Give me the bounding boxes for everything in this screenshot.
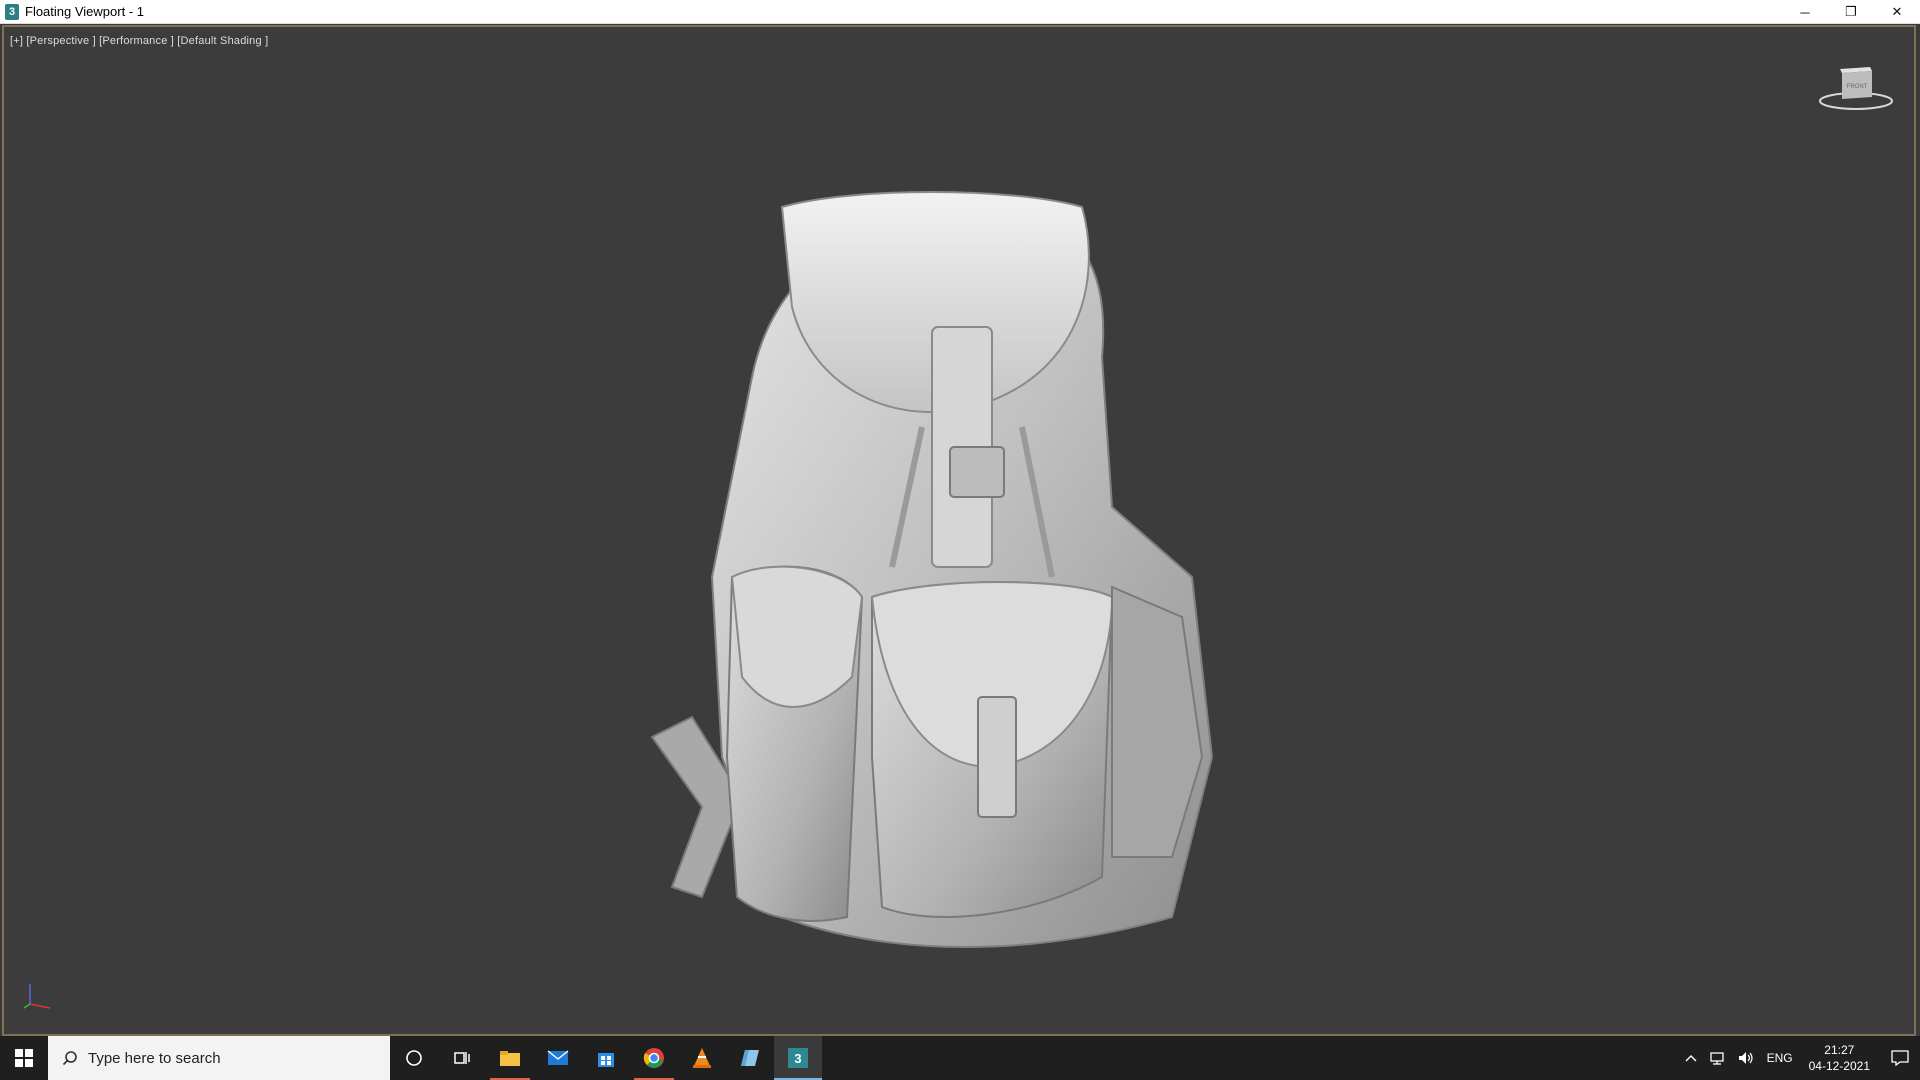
search-placeholder: Type here to search: [88, 1049, 221, 1067]
search-icon: [62, 1051, 77, 1066]
viewport-label-menu[interactable]: [+] [Perspective ] [Performance ] [Defau…: [10, 35, 268, 47]
chrome-button[interactable]: [630, 1036, 678, 1080]
taskbar-search-box[interactable]: Type here to search: [48, 1036, 390, 1080]
vlc-button[interactable]: [678, 1036, 726, 1080]
window-title: Floating Viewport - 1: [25, 4, 144, 19]
clock-time: 21:27: [1824, 1043, 1855, 1057]
blue-app-icon: [741, 1050, 759, 1066]
left-pocket-flap: [730, 565, 864, 708]
title-bar: 3 Floating Viewport - 1 ─ ❐ ✕: [0, 0, 1920, 24]
circle-icon: [406, 1050, 422, 1066]
task-view-button[interactable]: [438, 1036, 486, 1080]
buckle: [949, 446, 1005, 498]
3dsmax-app-icon: 3: [5, 3, 19, 20]
notification-icon: [1891, 1050, 1909, 1066]
close-button[interactable]: ✕: [1874, 0, 1920, 24]
cortana-button[interactable]: [390, 1036, 438, 1080]
viewcube-face-label: FRONT: [1847, 84, 1868, 90]
vlc-icon: [693, 1048, 711, 1068]
3dsmax-taskbar-button[interactable]: 3: [774, 1036, 822, 1080]
3dsmax-icon: 3: [788, 1048, 808, 1068]
taskbar: Type here to search 3 ENG 21:27 04-12-20…: [0, 1036, 1920, 1080]
chrome-icon: [643, 1048, 664, 1068]
language-indicator[interactable]: ENG: [1761, 1051, 1799, 1065]
clock-date: 04-12-2021: [1808, 1059, 1870, 1073]
axis-tripod-icon: [23, 984, 51, 1009]
show-hidden-icons-chevron-up-icon[interactable]: [1679, 1054, 1703, 1062]
backpack-model[interactable]: [632, 157, 1352, 957]
notification-center-button[interactable]: [1880, 1036, 1920, 1080]
windows-logo-icon: [15, 1049, 33, 1067]
perspective-viewport[interactable]: [+] [Perspective ] [Performance ] [Defau…: [2, 25, 1916, 1036]
clock[interactable]: 21:27 04-12-2021: [1799, 1042, 1880, 1074]
network-icon[interactable]: [1703, 1051, 1731, 1065]
restore-button[interactable]: ❐: [1828, 0, 1874, 24]
folder-icon: [500, 1051, 520, 1066]
front-pocket-strap: [977, 696, 1017, 818]
volume-icon[interactable]: [1731, 1051, 1761, 1065]
minimize-button[interactable]: ─: [1782, 0, 1828, 24]
start-button[interactable]: [0, 1036, 48, 1080]
system-tray: ENG 21:27 04-12-2021: [1679, 1036, 1920, 1080]
mail-icon: [547, 1050, 569, 1065]
window-controls: ─ ❐ ✕: [1782, 0, 1920, 24]
file-explorer-button[interactable]: [486, 1036, 534, 1080]
store-button[interactable]: [582, 1036, 630, 1080]
viewcube[interactable]: FRONT: [1816, 57, 1896, 117]
task-view-icon: [454, 1052, 470, 1064]
mail-button[interactable]: [534, 1036, 582, 1080]
blue-app-button[interactable]: [726, 1036, 774, 1080]
store-icon: [598, 1053, 614, 1067]
